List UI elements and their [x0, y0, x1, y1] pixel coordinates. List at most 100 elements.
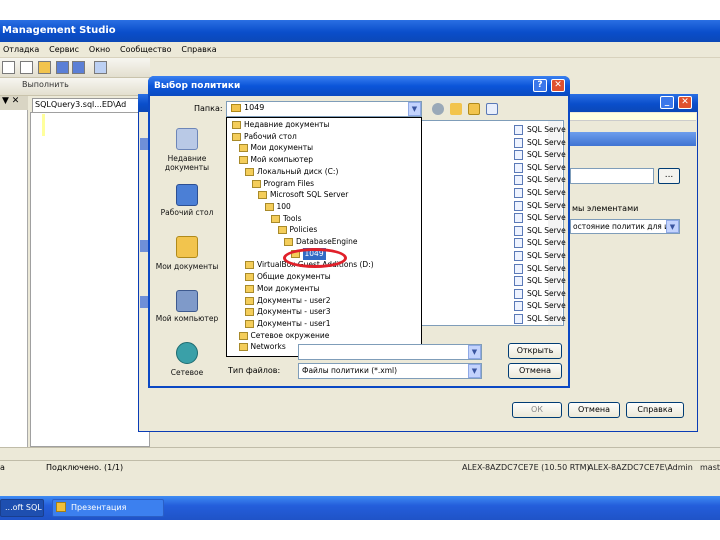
chevron-down-icon[interactable]: ▼ [666, 220, 679, 233]
save-all-icon[interactable] [72, 61, 85, 74]
file-list-item[interactable]: SQL Serve [527, 313, 566, 325]
file-list-item[interactable]: SQL Serve [527, 137, 566, 149]
policy-file-icon [514, 188, 523, 198]
open-file-icon[interactable] [38, 61, 51, 74]
my-documents-icon[interactable] [176, 236, 198, 258]
desktop-icon[interactable] [176, 184, 198, 206]
status-database: master [700, 463, 720, 472]
status-left-text: a [0, 463, 5, 472]
menu-community[interactable]: Сообщество [117, 42, 175, 54]
dropdown-item[interactable]: Рабочий стол [244, 131, 297, 143]
policy-ok-button[interactable]: ОК [512, 402, 562, 418]
file-list-item[interactable]: SQL Serve [527, 225, 566, 237]
dropdown-item[interactable]: Мои документы [257, 283, 320, 295]
save-icon[interactable] [56, 61, 69, 74]
query-editor[interactable] [30, 112, 150, 447]
open-policy-dialog-title: Выбор политики [148, 76, 570, 96]
dropdown-item[interactable]: Локальный диск (C:) [257, 166, 338, 178]
file-list-item[interactable]: SQL Serve [527, 187, 566, 199]
dropdown-item[interactable]: Общие документы [257, 271, 331, 283]
dropdown-item[interactable]: Недавние документы [244, 119, 329, 131]
policy-file-icon [514, 200, 523, 211]
menu-tools[interactable]: Сервис [46, 42, 83, 54]
chevron-down-icon[interactable]: ▼ [468, 345, 481, 359]
help-icon[interactable]: ? [533, 79, 547, 92]
back-icon[interactable] [432, 103, 444, 115]
dropdown-item[interactable]: Мой компьютер [251, 154, 313, 166]
folder-icon [271, 214, 280, 223]
up-folder-icon[interactable] [450, 103, 462, 115]
dropdown-item[interactable]: Program Files [264, 178, 315, 190]
policy-cancel-button[interactable]: Отмена [568, 402, 620, 418]
policy-file-input[interactable] [570, 168, 654, 184]
view-menu-icon[interactable] [486, 103, 498, 115]
folder-icon [245, 261, 254, 270]
file-list-item[interactable]: SQL Serve [527, 237, 566, 249]
dropdown-item[interactable]: Microsoft SQL Server [270, 189, 348, 201]
policy-file-icon [514, 251, 523, 261]
place-my-computer[interactable]: Мой компьютер [154, 314, 220, 323]
new-query-icon[interactable] [2, 61, 15, 74]
policy-file-icon [514, 162, 523, 173]
policy-file-icon [514, 175, 523, 186]
file-list-item[interactable]: SQL Serve [527, 124, 566, 136]
activity-monitor-icon[interactable] [94, 61, 107, 74]
taskbar-item-presentation[interactable]: Презентация [52, 499, 164, 517]
file-list-item[interactable]: SQL Serve [527, 162, 566, 174]
dropdown-item[interactable]: Tools [283, 213, 301, 225]
query-tab[interactable]: SQLQuery3.sql...ED\Ad [32, 98, 150, 112]
policy-state-select[interactable]: остояние политик для и [570, 219, 680, 234]
menu-debug[interactable]: Отладка [0, 42, 43, 54]
new-file-icon[interactable] [20, 61, 33, 74]
file-list-item[interactable]: SQL Serve [527, 200, 566, 212]
menu-help[interactable]: Справка [178, 42, 220, 54]
close-icon[interactable]: ✕ [678, 96, 692, 109]
menu-window[interactable]: Окно [86, 42, 114, 54]
look-in-label: Папка: [194, 104, 223, 113]
place-desktop[interactable]: Рабочий стол [154, 208, 220, 217]
file-list-item[interactable]: SQL Serve [527, 275, 566, 287]
folder-icon [238, 144, 248, 153]
file-type-select[interactable]: Файлы политики (*.xml) [298, 363, 482, 379]
file-list-item[interactable]: SQL Serve [527, 149, 566, 161]
chevron-down-icon[interactable]: ▼ [468, 364, 481, 378]
file-list-item[interactable]: SQL Serve [527, 263, 566, 275]
execute-button[interactable]: Выполнить [22, 80, 69, 94]
place-network[interactable]: Сетевое [154, 368, 220, 377]
close-icon[interactable]: ✕ [551, 79, 565, 92]
policy-browse-button[interactable]: ... [658, 168, 680, 184]
policy-help-button[interactable]: Справка [626, 402, 684, 418]
chevron-down-icon[interactable]: ▼ [408, 102, 421, 116]
recent-documents-icon[interactable] [176, 128, 198, 150]
open-button[interactable]: Открыть [508, 343, 562, 359]
dropdown-item[interactable]: Policies [290, 224, 318, 236]
dropdown-item[interactable]: Документы - user2 [257, 295, 331, 307]
dropdown-item[interactable]: Networks [251, 341, 286, 353]
new-folder-icon[interactable] [468, 103, 480, 115]
my-computer-icon[interactable] [176, 290, 198, 312]
dropdown-item[interactable]: DatabaseEngine [296, 236, 358, 248]
object-explorer-header[interactable]: ▼ ✕ [0, 96, 28, 110]
minimize-icon[interactable]: _ [660, 96, 674, 109]
dropdown-item[interactable]: 100 [277, 201, 291, 213]
file-list-item[interactable]: SQL Serve [527, 212, 566, 224]
file-list-item[interactable]: SQL Serve [527, 288, 566, 300]
policy-file-icon [514, 137, 523, 148]
dropdown-item[interactable]: Документы - user3 [257, 306, 331, 318]
dropdown-item[interactable]: Мои документы [251, 142, 314, 154]
dropdown-item[interactable]: Документы - user1 [257, 318, 331, 330]
status-user: ALEX-8AZDC7CE7E\Admin [588, 463, 693, 472]
status-connected-text: Подключено. (1/1) [46, 463, 124, 472]
cancel-button[interactable]: Отмена [508, 363, 562, 379]
horizontal-scrollbar[interactable] [0, 447, 720, 460]
folder-icon [245, 296, 254, 305]
dropdown-item[interactable]: Сетевое окружение [251, 330, 330, 342]
place-recent-documents[interactable]: Недавние документы [154, 154, 220, 172]
taskbar-item-ssms[interactable]: ...oft SQL ... [0, 499, 44, 517]
file-list-item[interactable]: SQL Serve [527, 300, 566, 312]
place-my-documents[interactable]: Мои документы [154, 262, 220, 271]
file-list-item[interactable]: SQL Serve [527, 250, 566, 262]
network-icon[interactable] [176, 342, 198, 364]
file-name-input[interactable] [298, 344, 482, 360]
file-list-item[interactable]: SQL Serve [527, 174, 566, 186]
